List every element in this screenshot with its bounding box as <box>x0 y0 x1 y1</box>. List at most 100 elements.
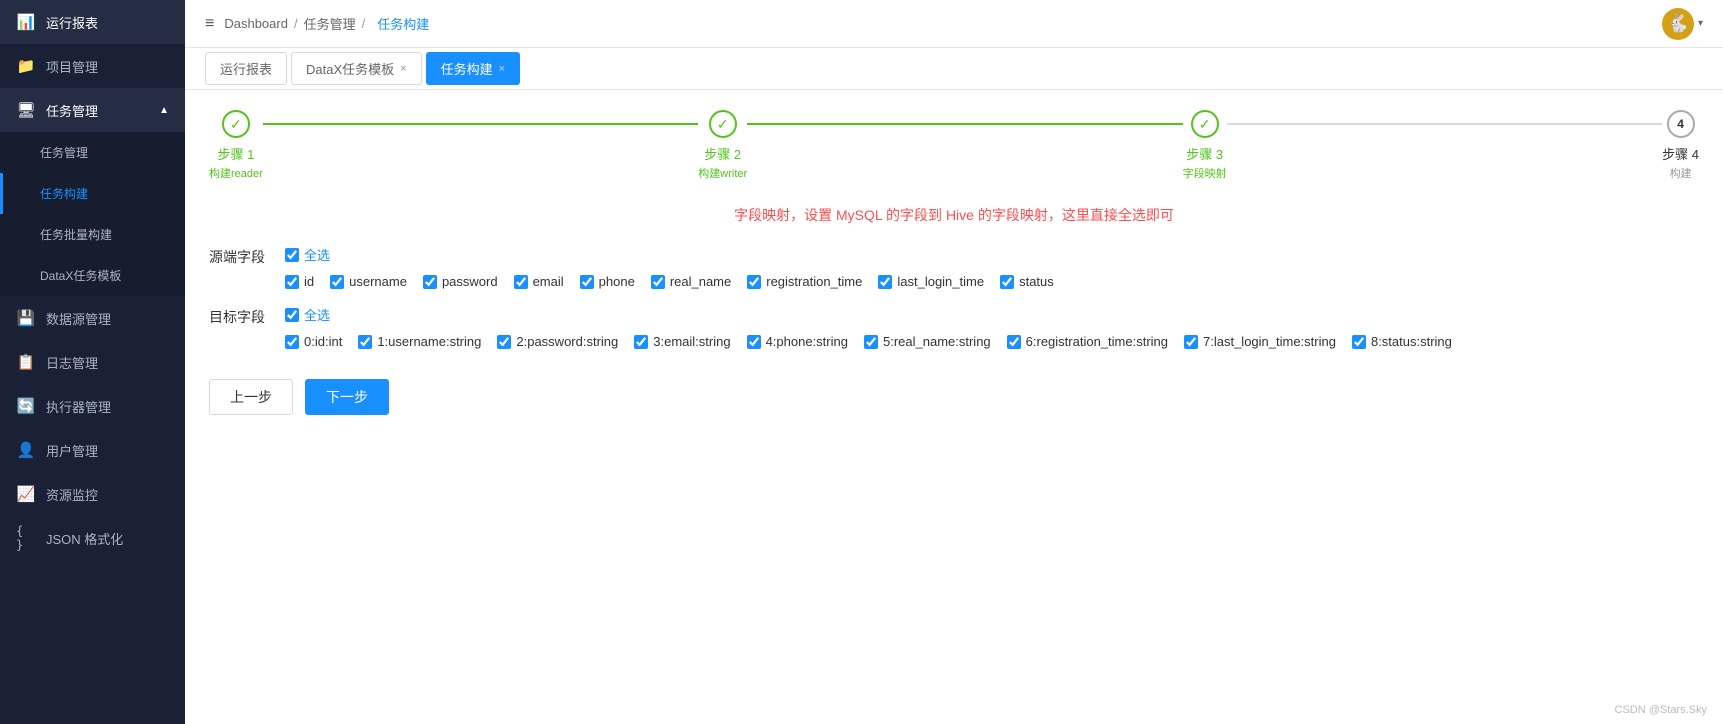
next-button[interactable]: 下一步 <box>305 379 389 415</box>
tab-close-icon[interactable]: × <box>400 63 406 75</box>
target-fields-label: 目标字段 <box>209 307 269 327</box>
content-area: ✓ 步骤 1 构建reader ✓ 步骤 2 构建writer ✓ 步骤 3 <box>185 90 1723 724</box>
breadcrumb-task-mgmt[interactable]: 任务管理 <box>304 14 356 33</box>
executor-icon: 🔄 <box>16 396 36 416</box>
step-4-label: 步骤 4 <box>1662 144 1699 163</box>
tabs-bar: 运行报表 DataX任务模板 × 任务构建 × <box>185 48 1723 90</box>
sidebar-item-json-format[interactable]: { } JSON 格式化 <box>0 516 185 560</box>
target-field-checkbox[interactable] <box>634 335 648 349</box>
sidebar: 📊 运行报表 📁 项目管理 🖥 任务管理 ▲ 任务管理 任务构建 任务批量构建 … <box>0 0 185 724</box>
target-field-checkbox[interactable] <box>1184 335 1198 349</box>
source-field-items: idusernamepasswordemailphonereal_namereg… <box>285 274 1699 289</box>
sidebar-item-run-report[interactable]: 📊 运行报表 <box>0 0 185 44</box>
source-select-all-checkbox[interactable] <box>285 248 299 262</box>
source-field-checkbox[interactable] <box>514 275 528 289</box>
sidebar-item-user-mgmt[interactable]: 👤 用户管理 <box>0 428 185 472</box>
target-select-all[interactable]: 全选 <box>285 305 1699 324</box>
sidebar-item-task-mgmt[interactable]: 🖥 任务管理 ▲ <box>0 88 185 132</box>
tab-datax-template[interactable]: DataX任务模板 × <box>291 52 422 85</box>
target-field-label: 4:phone:string <box>766 334 848 349</box>
tab-close-icon[interactable]: × <box>499 63 505 75</box>
sidebar-item-datasource-mgmt[interactable]: 💾 数据源管理 <box>0 296 185 340</box>
menu-icon[interactable]: ≡ <box>205 15 214 33</box>
main-content: ≡ Dashboard / 任务管理 / 任务构建 🐇 ▾ 运行报表 DataX… <box>185 0 1723 724</box>
step-connector-1-2 <box>263 123 698 125</box>
chevron-up-icon: ▲ <box>159 105 169 116</box>
tab-run-report[interactable]: 运行报表 <box>205 52 287 85</box>
sidebar-item-project-mgmt[interactable]: 📁 项目管理 <box>0 44 185 88</box>
sidebar-submenu: 任务管理 任务构建 任务批量构建 DataX任务模板 <box>0 132 185 296</box>
source-field-checkbox[interactable] <box>878 275 892 289</box>
step-3-circle: ✓ <box>1191 110 1219 138</box>
target-select-all-label: 全选 <box>304 305 330 324</box>
source-field-item: password <box>423 274 498 289</box>
target-field-label: 1:username:string <box>377 334 481 349</box>
target-field-checkbox[interactable] <box>864 335 878 349</box>
target-field-checkbox[interactable] <box>358 335 372 349</box>
run-report-icon: 📊 <box>16 12 36 32</box>
sidebar-item-log-mgmt[interactable]: 📋 日志管理 <box>0 340 185 384</box>
step-2-label: 步骤 2 <box>704 144 741 163</box>
source-select-all[interactable]: 全选 <box>285 245 1699 264</box>
avatar[interactable]: 🐇 <box>1662 8 1694 40</box>
source-field-checkbox[interactable] <box>1000 275 1014 289</box>
notice-text: 字段映射，设置 MySQL 的字段到 Hive 的字段映射，这里直接全选即可 <box>209 205 1699 225</box>
target-field-checkbox[interactable] <box>1352 335 1366 349</box>
source-field-label: status <box>1019 274 1054 289</box>
breadcrumb-dashboard[interactable]: Dashboard <box>224 16 288 31</box>
target-field-checkbox[interactable] <box>497 335 511 349</box>
tab-task-build[interactable]: 任务构建 × <box>426 52 520 85</box>
sidebar-item-executor-mgmt[interactable]: 🔄 执行器管理 <box>0 384 185 428</box>
source-fields-label: 源端字段 <box>209 247 269 267</box>
target-field-checkbox[interactable] <box>285 335 299 349</box>
target-field-label: 6:registration_time:string <box>1026 334 1168 349</box>
step-2-node: ✓ 步骤 2 构建writer <box>698 110 747 181</box>
sidebar-item-label: 任务管理 <box>40 144 169 161</box>
sidebar-item-task-build[interactable]: 任务构建 <box>0 173 185 214</box>
source-field-label: registration_time <box>766 274 862 289</box>
target-field-label: 5:real_name:string <box>883 334 991 349</box>
source-field-item: registration_time <box>747 274 862 289</box>
step-4-sublabel: 构建 <box>1670 165 1692 181</box>
source-field-label: password <box>442 274 498 289</box>
source-field-checkbox[interactable] <box>747 275 761 289</box>
target-field-item: 2:password:string <box>497 334 618 349</box>
sidebar-item-label: 任务构建 <box>40 185 169 202</box>
step-connector-3-4 <box>1227 123 1662 125</box>
step-1-sublabel: 构建reader <box>209 165 263 181</box>
sidebar-item-datax-template[interactable]: DataX任务模板 <box>0 255 185 296</box>
target-field-label: 0:id:int <box>304 334 342 349</box>
source-field-checkbox[interactable] <box>651 275 665 289</box>
prev-button[interactable]: 上一步 <box>209 379 293 415</box>
checkmark-icon: ✓ <box>717 116 729 133</box>
source-field-item: real_name <box>651 274 731 289</box>
source-field-label: username <box>349 274 407 289</box>
sidebar-item-resource-monitor[interactable]: 📈 资源监控 <box>0 472 185 516</box>
json-icon: { } <box>16 528 36 548</box>
step-3-label: 步骤 3 <box>1186 144 1223 163</box>
header-left: ≡ Dashboard / 任务管理 / 任务构建 <box>205 14 435 33</box>
step-connector-2-3 <box>747 123 1182 125</box>
user-icon: 👤 <box>16 440 36 460</box>
target-field-item: 6:registration_time:string <box>1007 334 1168 349</box>
source-field-checkbox[interactable] <box>423 275 437 289</box>
source-field-checkbox[interactable] <box>285 275 299 289</box>
sidebar-item-label: 数据源管理 <box>46 309 169 328</box>
sidebar-item-task-manage[interactable]: 任务管理 <box>0 132 185 173</box>
target-field-item: 0:id:int <box>285 334 342 349</box>
source-field-checkbox[interactable] <box>580 275 594 289</box>
step-4-circle: 4 <box>1667 110 1695 138</box>
source-field-checkbox[interactable] <box>330 275 344 289</box>
target-select-all-checkbox[interactable] <box>285 308 299 322</box>
target-field-checkbox[interactable] <box>1007 335 1021 349</box>
steps-row: ✓ 步骤 1 构建reader ✓ 步骤 2 构建writer ✓ 步骤 3 <box>209 110 1699 181</box>
sidebar-item-task-batch-build[interactable]: 任务批量构建 <box>0 214 185 255</box>
target-field-checkbox[interactable] <box>747 335 761 349</box>
target-field-item: 8:status:string <box>1352 334 1452 349</box>
sidebar-item-label: DataX任务模板 <box>40 267 169 284</box>
target-field-item: 4:phone:string <box>747 334 848 349</box>
breadcrumb-sep1: / <box>294 16 298 31</box>
source-field-item: status <box>1000 274 1054 289</box>
avatar-dropdown-icon[interactable]: ▾ <box>1698 18 1703 29</box>
header: ≡ Dashboard / 任务管理 / 任务构建 🐇 ▾ <box>185 0 1723 48</box>
